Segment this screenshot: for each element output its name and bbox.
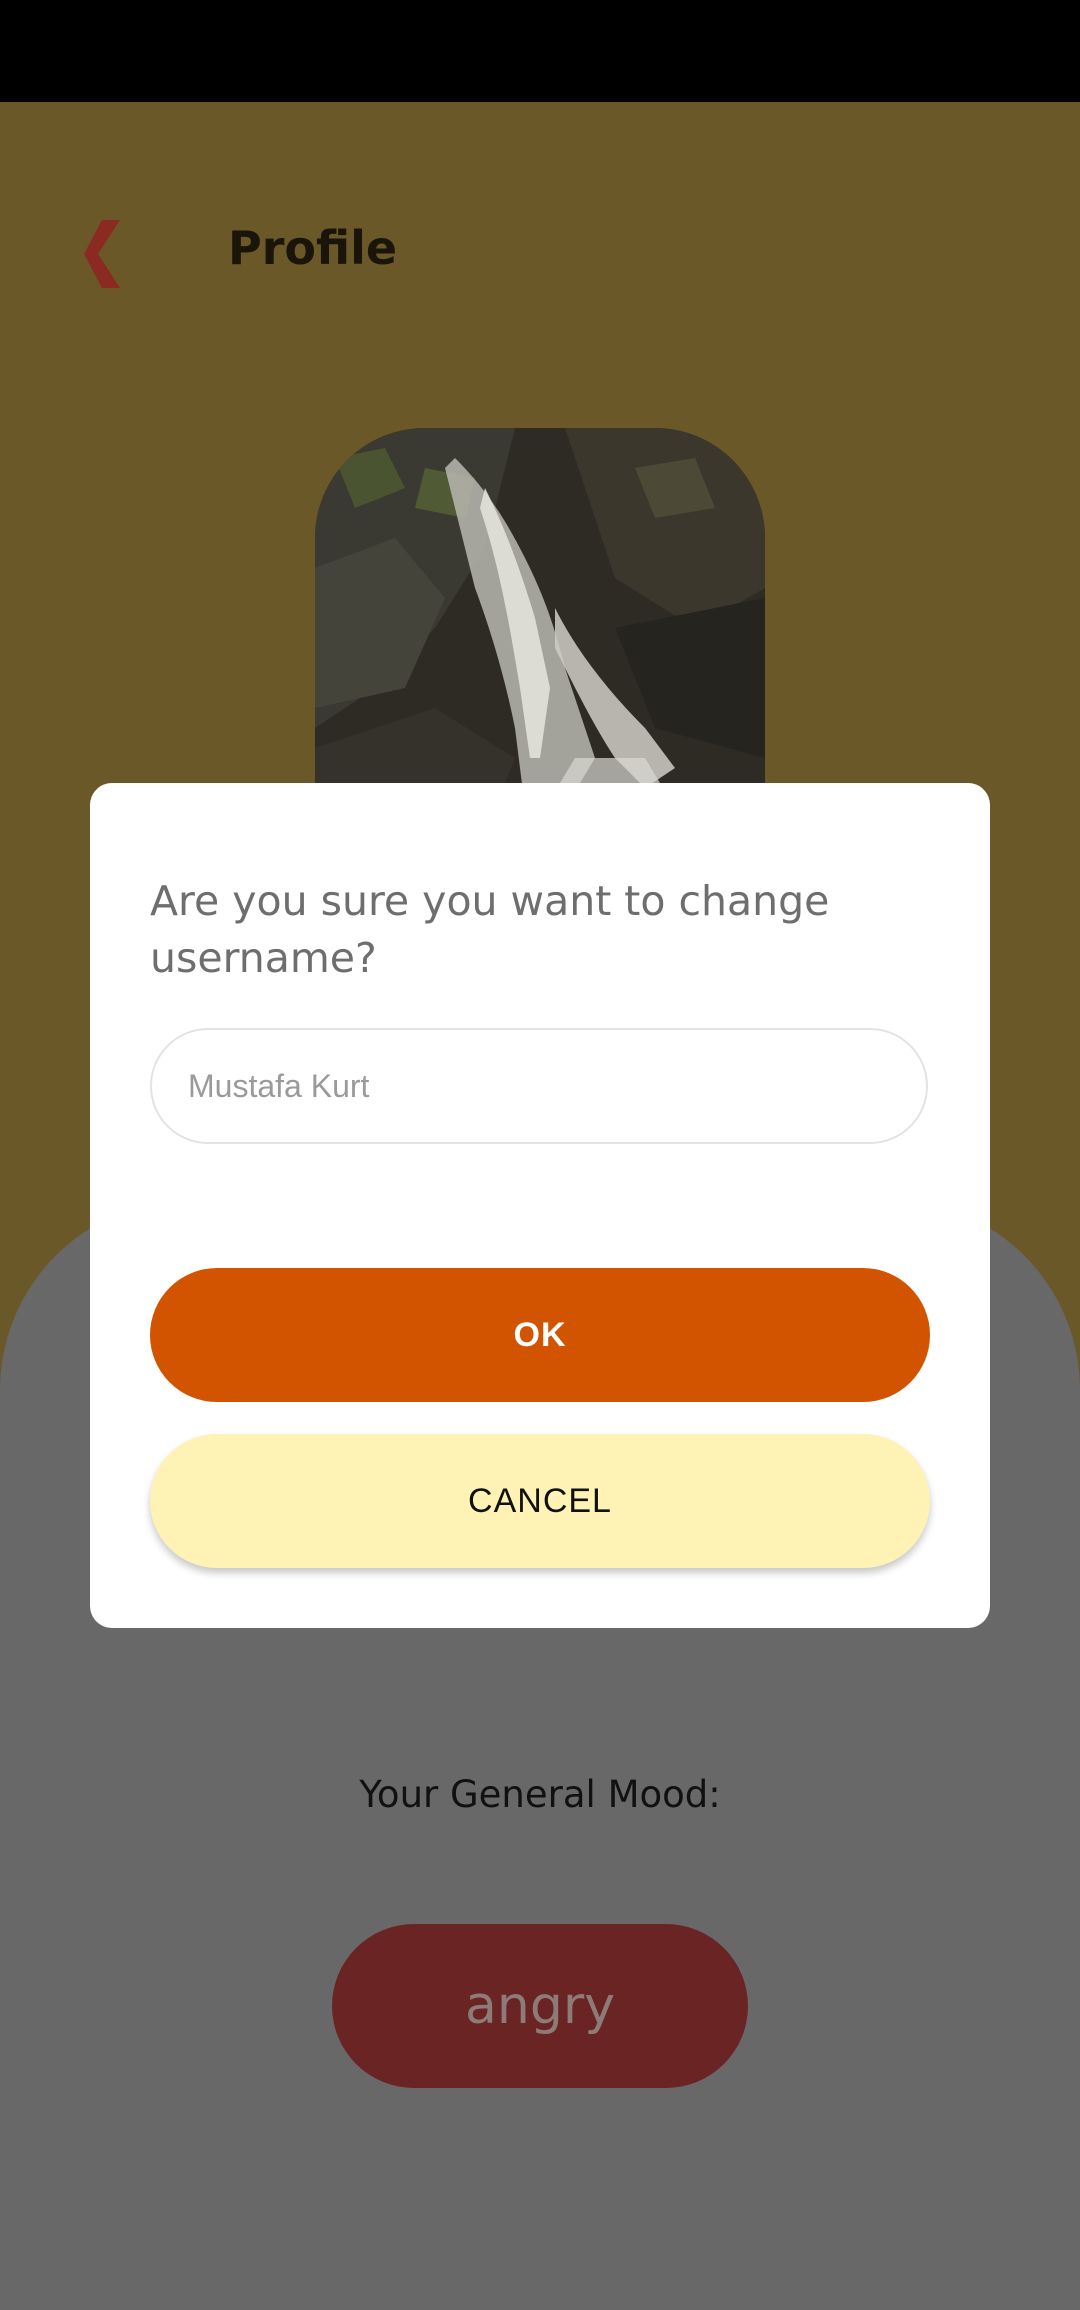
back-button[interactable] (72, 214, 132, 294)
waterfall-photo (315, 428, 765, 808)
avatar[interactable] (315, 428, 765, 808)
status-bar (0, 0, 1080, 102)
username-input[interactable] (150, 1028, 928, 1144)
mood-label: Your General Mood: (359, 1773, 721, 1816)
dialog-message: Are you sure you want to change username… (150, 877, 830, 982)
ok-button[interactable]: OK (150, 1268, 930, 1402)
mood-badge[interactable]: angry (332, 1924, 748, 2088)
cancel-button[interactable]: CANCEL (150, 1434, 930, 1568)
page-title: Profile (228, 221, 398, 275)
change-username-dialog: Are you sure you want to change username… (90, 783, 990, 1628)
chevron-left-icon (84, 220, 120, 288)
